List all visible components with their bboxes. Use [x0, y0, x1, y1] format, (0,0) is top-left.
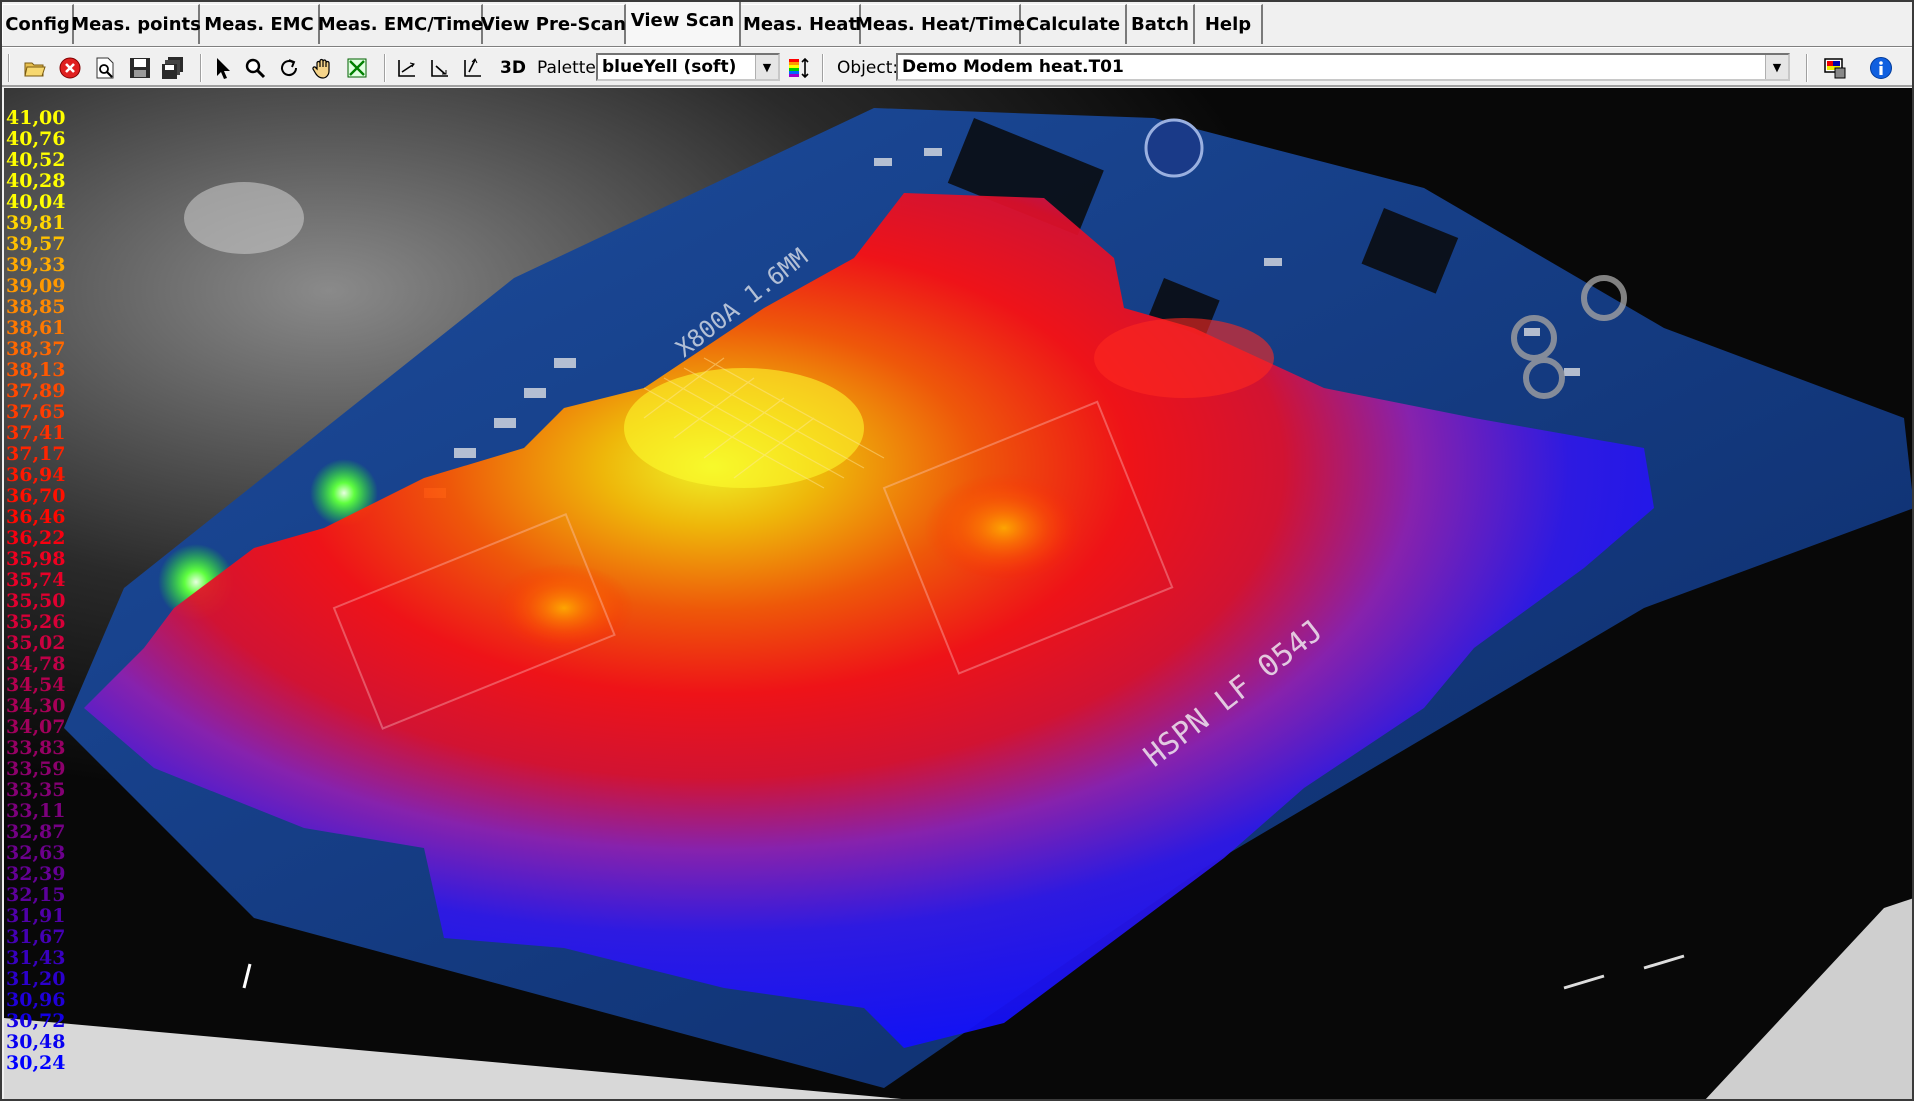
temperature-scale-label: 35,50 — [6, 590, 66, 612]
tab-meas-emc[interactable]: Meas. EMC — [200, 4, 320, 44]
tab-meas-heat[interactable]: Meas. Heat — [741, 4, 861, 44]
temperature-scale-label: 39,33 — [6, 254, 66, 276]
pan-hand-icon[interactable] — [308, 54, 338, 82]
stop-icon[interactable] — [55, 54, 85, 82]
temperature-scale-label: 31,20 — [6, 968, 66, 990]
temperature-scale-label: 39,57 — [6, 233, 66, 255]
palette-select[interactable]: blueYell (soft) ▼ — [596, 53, 780, 81]
temperature-scale-label: 32,63 — [6, 842, 66, 864]
temperature-scale-label: 40,04 — [6, 191, 66, 213]
temperature-scale-label: 36,94 — [6, 464, 66, 486]
axis-x-icon[interactable] — [392, 54, 422, 82]
temperature-scale-label: 39,09 — [6, 275, 66, 297]
temperature-scale-label: 32,39 — [6, 863, 66, 885]
temperature-scale-label: 33,59 — [6, 758, 66, 780]
temperature-scale-label: 37,17 — [6, 443, 66, 465]
zoom-icon[interactable] — [240, 54, 270, 82]
temperature-scale-label: 35,02 — [6, 632, 66, 654]
thermal-scene-image: HSPN LF 054J X800A 1.6MM — [4, 88, 1914, 1101]
object-select-value: Demo Modem heat.T01 — [902, 57, 1124, 77]
temperature-scale-label: 40,52 — [6, 149, 66, 171]
temperature-scale-label: 36,22 — [6, 527, 66, 549]
temperature-scale-label: 38,13 — [6, 359, 66, 381]
menu-tab-bar: Config Meas. points Meas. EMC Meas. EMC/… — [0, 0, 1914, 47]
toolbar-separator — [1806, 54, 1808, 82]
tab-view-pre-scan[interactable]: View Pre-Scan — [481, 4, 626, 44]
save-all-icon[interactable] — [158, 54, 188, 82]
axis-z-icon[interactable] — [458, 54, 488, 82]
tab-config[interactable]: Config — [2, 4, 74, 44]
info-icon[interactable] — [1866, 54, 1896, 82]
tab-meas-emc-time[interactable]: Meas. EMC/Time — [318, 4, 483, 44]
temperature-scale-label: 38,61 — [6, 317, 66, 339]
temperature-scale-label: 35,74 — [6, 569, 66, 591]
chevron-down-icon[interactable]: ▼ — [755, 55, 778, 79]
temperature-scale-label: 34,54 — [6, 674, 66, 696]
temperature-scale-label: 31,67 — [6, 926, 66, 948]
temperature-scale-label: 38,85 — [6, 296, 66, 318]
temperature-scale-label: 36,70 — [6, 485, 66, 507]
temperature-scale-label: 40,76 — [6, 128, 66, 150]
temperature-scale-label: 32,15 — [6, 884, 66, 906]
tab-meas-heat-time[interactable]: Meas. Heat/Time — [855, 4, 1025, 44]
object-select[interactable]: Demo Modem heat.T01 ▼ — [896, 53, 1790, 81]
toolbar-separator — [384, 54, 386, 82]
temperature-scale-label: 30,24 — [6, 1052, 66, 1074]
temperature-scale-label: 35,98 — [6, 548, 66, 570]
object-label: Object: — [837, 58, 899, 78]
display-settings-icon[interactable] — [1820, 54, 1850, 82]
temperature-scale-label: 34,07 — [6, 716, 66, 738]
temperature-scale-label: 31,91 — [6, 905, 66, 927]
select-pointer-icon[interactable] — [208, 54, 238, 82]
palette-label: Palette: — [537, 58, 602, 78]
tab-batch[interactable]: Batch — [1127, 4, 1195, 44]
palette-colors-icon[interactable] — [784, 54, 814, 82]
temperature-scale-label: 38,37 — [6, 338, 66, 360]
temperature-scale-label: 35,26 — [6, 611, 66, 633]
temperature-scale-label: 30,48 — [6, 1031, 66, 1053]
toolbar-separator — [200, 54, 202, 82]
temperature-scale-label: 33,35 — [6, 779, 66, 801]
temperature-scale-label: 37,65 — [6, 401, 66, 423]
temperature-scale-label: 34,78 — [6, 653, 66, 675]
open-folder-icon[interactable] — [20, 54, 50, 82]
temperature-scale-label: 34,30 — [6, 695, 66, 717]
temperature-scale-label: 37,89 — [6, 380, 66, 402]
temperature-scale-label: 33,11 — [6, 800, 66, 822]
toolbar-grip — [8, 54, 10, 82]
temperature-scale: 41,00 40,76 40,52 40,28 40,04 39,81 39,57 39,33… — [6, 108, 66, 1074]
temperature-scale-label: 30,96 — [6, 989, 66, 1011]
palette-select-value: blueYell (soft) — [602, 57, 737, 77]
temperature-scale-label: 37,41 — [6, 422, 66, 444]
axis-y-icon[interactable] — [425, 54, 455, 82]
tab-meas-points[interactable]: Meas. points — [71, 4, 201, 44]
print-preview-icon[interactable] — [90, 54, 120, 82]
toolbar-separator — [822, 54, 824, 82]
mode-3d-button[interactable]: 3D — [500, 58, 526, 78]
tab-calculate[interactable]: Calculate — [1021, 4, 1127, 44]
tab-view-scan[interactable]: View Scan — [626, 0, 741, 46]
temperature-scale-label: 36,46 — [6, 506, 66, 528]
temperature-scale-label: 32,87 — [6, 821, 66, 843]
temperature-scale-label: 31,43 — [6, 947, 66, 969]
temperature-scale-label: 40,28 — [6, 170, 66, 192]
temperature-scale-label: 41,00 — [6, 107, 66, 129]
temperature-scale-label: 39,81 — [6, 212, 66, 234]
thermal-3d-view[interactable]: HSPN LF 054J X800A 1.6MM 41,00 40,76 40,52… — [4, 88, 1914, 1101]
tab-help[interactable]: Help — [1195, 4, 1263, 44]
toolbar: 3D Palette: blueYell (soft) ▼ Object: De… — [0, 47, 1914, 87]
temperature-scale-label: 30,72 — [6, 1010, 66, 1032]
reset-view-icon[interactable] — [342, 54, 372, 82]
save-icon[interactable] — [125, 54, 155, 82]
rotate-icon[interactable] — [274, 54, 304, 82]
temperature-scale-label: 33,83 — [6, 737, 66, 759]
chevron-down-icon[interactable]: ▼ — [1765, 55, 1788, 79]
